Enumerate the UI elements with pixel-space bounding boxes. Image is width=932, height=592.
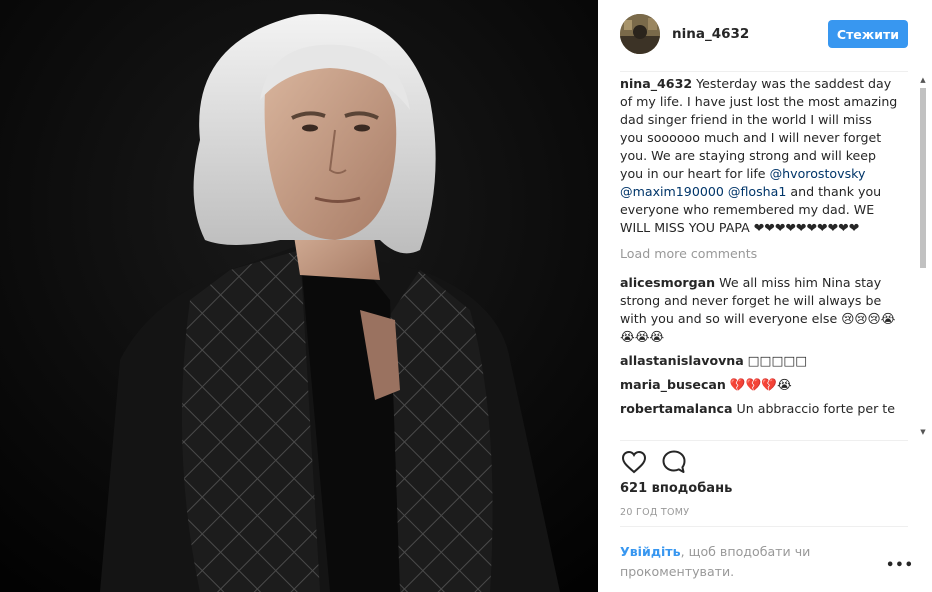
list-item: robertamalanca Un abbraccio forte per te xyxy=(620,400,898,418)
action-bar xyxy=(620,448,700,476)
comment-username[interactable]: allastanislavovna xyxy=(620,353,744,368)
load-more-comments[interactable]: Load more comments xyxy=(620,245,898,263)
more-icon[interactable]: ••• xyxy=(886,558,913,574)
post-header: nina_4632 Стежити xyxy=(620,12,908,56)
caption-username[interactable]: nina_4632 xyxy=(620,76,692,91)
heart-icon[interactable] xyxy=(620,448,648,476)
comment-icon[interactable] xyxy=(660,448,688,476)
mention-link[interactable]: @hvorostovsky xyxy=(770,166,866,181)
scroll-up-icon[interactable]: ▲ xyxy=(919,76,927,84)
avatar-image xyxy=(620,14,660,54)
comment-username[interactable]: alicesmorgan xyxy=(620,275,715,290)
comment-username[interactable]: robertamalanca xyxy=(620,401,733,416)
caption: nina_4632 Yesterday was the saddest day … xyxy=(620,75,898,237)
comment-text: □□□□□ xyxy=(743,353,808,368)
avatar[interactable] xyxy=(620,14,660,54)
divider xyxy=(620,71,908,72)
comment-username[interactable]: maria_busecan xyxy=(620,377,726,392)
likes-count[interactable]: 621 вподобань xyxy=(620,481,732,496)
post-sidebar: nina_4632 Стежити nina_4632 Yesterday wa… xyxy=(598,0,932,592)
post-timestamp[interactable]: 20 ГОД ТОМУ xyxy=(620,507,689,518)
follow-button[interactable]: Стежити xyxy=(827,20,908,48)
login-link[interactable]: Увійдіть xyxy=(620,544,681,559)
mention-link[interactable]: @flosha1 xyxy=(728,184,787,199)
divider xyxy=(620,526,908,527)
list-item: allastanislavovna □□□□□ xyxy=(620,352,898,370)
post-photo[interactable] xyxy=(0,0,598,592)
login-prompt: Увійдіть, щоб вподобати чи прокоментуват… xyxy=(620,542,850,582)
header-username[interactable]: nina_4632 xyxy=(672,26,749,42)
list-item: alicesmorgan We all miss him Nina stay s… xyxy=(620,274,898,346)
list-item: maria_busecan 💔💔💔😭 xyxy=(620,376,898,394)
mention-link[interactable]: @maxim190000 xyxy=(620,184,724,199)
comment-text: Un abbraccio forte per te xyxy=(732,401,895,416)
comments-list[interactable]: nina_4632 Yesterday was the saddest day … xyxy=(620,75,898,437)
divider xyxy=(620,440,908,441)
scroll-down-icon[interactable]: ▼ xyxy=(919,428,927,436)
post-photo-image xyxy=(0,0,598,592)
scrollbar-thumb[interactable] xyxy=(920,88,926,268)
comments-scrollbar[interactable]: ▲ ▼ xyxy=(919,76,927,436)
comment-text: 💔💔💔😭 xyxy=(725,377,792,392)
